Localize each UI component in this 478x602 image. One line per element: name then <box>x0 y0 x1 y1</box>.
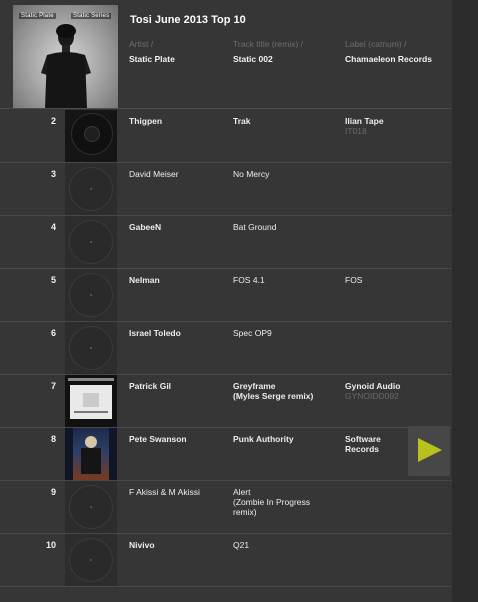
release-thumbnail[interactable] <box>65 428 117 480</box>
disc-placeholder-icon <box>69 273 113 317</box>
rank-number: 3 <box>50 169 56 179</box>
side-strip <box>452 0 478 602</box>
chart-row: 10 Nivivo Q21 <box>0 533 452 587</box>
track-title[interactable]: Q21 <box>233 540 249 550</box>
disc-placeholder-icon <box>69 326 113 370</box>
catalog-number: GYNOIDD092 <box>345 391 399 401</box>
chart-row: 3 David Meiser No Mercy <box>0 162 452 216</box>
disc-placeholder-icon <box>69 167 113 211</box>
top-entry-cover[interactable]: Static Plate Static Series <box>13 5 118 108</box>
cover-caption-left: Static Plate <box>19 13 56 19</box>
play-icon <box>418 438 442 462</box>
track-remix-line: remix) <box>233 507 257 517</box>
cover-caption-right: Static Series <box>71 13 112 19</box>
chart-header: Static Plate Static Series Tosi June 201… <box>0 0 452 109</box>
rank-number: 6 <box>50 328 56 338</box>
label-name[interactable]: Software Records <box>345 434 381 454</box>
label-name[interactable]: Gynoid Audio GYNOIDD092 <box>345 381 400 401</box>
chart-title: Tosi June 2013 Top 10 <box>130 14 246 26</box>
chart-row: 5 Nelman FOS 4.1 FOS <box>0 268 452 322</box>
disc-placeholder-icon <box>69 220 113 264</box>
release-thumbnail[interactable] <box>65 110 117 162</box>
track-remix-line: (Zombie In Progress <box>233 497 310 507</box>
chart-row: 2 Thigpen Trak Ilian Tape IT018 <box>0 109 452 163</box>
column-header-track: Track title (remix) / <box>233 39 304 49</box>
rank-number: 5 <box>50 275 56 285</box>
disc-placeholder-icon <box>69 538 113 582</box>
play-button[interactable] <box>408 426 450 476</box>
chart-row: 4 GabeeN Bat Ground <box>0 215 452 269</box>
release-thumbnail[interactable] <box>65 163 117 215</box>
artist-name[interactable]: Nivivo <box>129 540 155 550</box>
rank-number: 10 <box>45 540 56 550</box>
artist-name[interactable]: GabeeN <box>129 222 161 232</box>
artist-name[interactable]: Thigpen <box>129 116 162 126</box>
chart-row: 6 Israel Toledo Spec OP9 <box>0 321 452 375</box>
release-thumbnail[interactable] <box>65 322 117 374</box>
cover-figure <box>41 24 91 108</box>
top-entry-artist[interactable]: Static Plate <box>129 54 175 64</box>
label-name[interactable]: Ilian Tape IT018 <box>345 116 384 136</box>
top-entry-track[interactable]: Static 002 <box>233 54 273 64</box>
column-header-artist: Artist / <box>129 39 154 49</box>
release-thumbnail[interactable] <box>65 216 117 268</box>
track-title[interactable]: Trak <box>233 116 251 126</box>
track-remix-line: (Myles Serge remix) <box>233 391 314 401</box>
top-entry-label[interactable]: Chamaeleon Records <box>345 54 432 64</box>
label-text-line: Records <box>345 444 380 454</box>
catalog-number: IT018 <box>345 126 367 136</box>
label-text: Ilian Tape <box>345 116 384 126</box>
release-thumbnail[interactable] <box>65 375 117 427</box>
rank-number: 9 <box>50 487 56 497</box>
release-thumbnail[interactable] <box>65 269 117 321</box>
track-title[interactable]: Greyframe (Myles Serge remix) <box>233 381 313 401</box>
track-title-line: Greyframe <box>233 381 276 391</box>
release-thumbnail[interactable] <box>65 534 117 586</box>
column-header-label: Label (catnum) / <box>345 39 407 49</box>
disc-placeholder-icon <box>69 485 113 529</box>
label-text-line: Software <box>345 434 381 444</box>
chart-panel: Static Plate Static Series Tosi June 201… <box>0 0 452 602</box>
artist-name[interactable]: Pete Swanson <box>129 434 187 444</box>
track-title[interactable]: Bat Ground <box>233 222 276 232</box>
artist-name[interactable]: F Akissi & M Akissi <box>129 487 200 497</box>
artist-name[interactable]: Israel Toledo <box>129 328 181 338</box>
track-title[interactable]: FOS 4.1 <box>233 275 265 285</box>
track-title[interactable]: Alert (Zombie In Progress remix) <box>233 487 310 517</box>
chart-row: 9 F Akissi & M Akissi Alert (Zombie In P… <box>0 480 452 534</box>
track-title[interactable]: Punk Authority <box>233 434 294 444</box>
rank-number: 7 <box>50 381 56 391</box>
chart-row: 7 Patrick Gil Greyframe (Myles Serge rem… <box>0 374 452 428</box>
track-title[interactable]: No Mercy <box>233 169 269 179</box>
track-title[interactable]: Spec OP9 <box>233 328 272 338</box>
rank-number: 8 <box>50 434 56 444</box>
rank-number: 2 <box>50 116 56 126</box>
artist-name[interactable]: Nelman <box>129 275 160 285</box>
artist-name[interactable]: David Meiser <box>129 169 179 179</box>
chart-row: 8 Pete Swanson Punk Authority Software R… <box>0 427 452 481</box>
artist-name[interactable]: Patrick Gil <box>129 381 171 391</box>
rank-number: 4 <box>50 222 56 232</box>
release-thumbnail[interactable] <box>65 481 117 533</box>
track-title-line: Alert <box>233 487 251 497</box>
label-name[interactable]: FOS <box>345 275 362 285</box>
label-text: Gynoid Audio <box>345 381 401 391</box>
